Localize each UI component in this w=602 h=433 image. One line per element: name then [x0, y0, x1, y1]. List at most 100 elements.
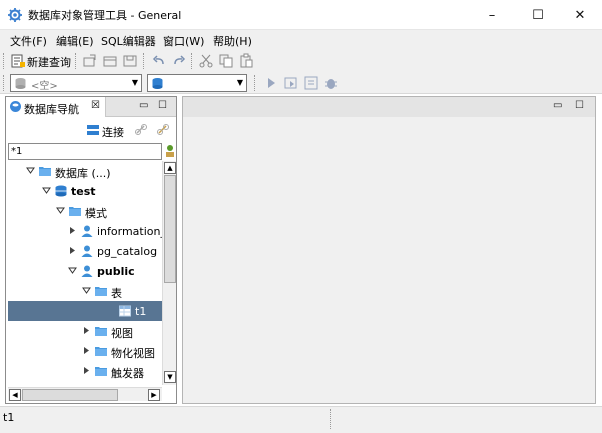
dropdown-arrow-icon: ▼: [236, 78, 243, 87]
tree-item[interactable]: 表: [8, 281, 162, 301]
schema-icon: [81, 245, 93, 257]
tree-item-label: 物化视图: [111, 347, 155, 360]
toolbar-grip: [3, 53, 4, 69]
collapsed-arrow-icon[interactable]: [82, 346, 91, 355]
execute-script-icon[interactable]: [283, 75, 299, 91]
menu-sql-editor[interactable]: SQL编辑器: [101, 33, 156, 49]
status-bar: t1: [0, 406, 602, 433]
dropdown-arrow-icon: ▼: [131, 78, 138, 87]
folder-icon: [95, 347, 107, 356]
tree-item-label: 模式: [85, 207, 107, 220]
navigator-tree: 数据库 (...) test 模式 information_sc pg_catalogp…: [8, 161, 162, 387]
expanded-arrow-icon[interactable]: [56, 206, 65, 215]
folder-icon: [69, 207, 81, 216]
export-icon[interactable]: [82, 53, 98, 69]
disconnect-icon[interactable]: [156, 123, 170, 137]
copy-icon[interactable]: [218, 53, 234, 69]
navigator-icon: [10, 101, 21, 112]
expanded-arrow-icon[interactable]: [68, 266, 77, 275]
tree-item[interactable]: 触发器: [8, 361, 162, 381]
toolbar-grip: [3, 75, 4, 91]
tree-item-label: test: [71, 185, 96, 198]
scroll-left-icon[interactable]: ◀: [9, 389, 21, 401]
schema-icon: [81, 225, 93, 237]
expanded-arrow-icon[interactable]: [26, 166, 35, 175]
scroll-down-icon[interactable]: ▼: [164, 371, 176, 383]
database-icon: [55, 185, 67, 197]
navigator-filter-input[interactable]: *1: [8, 143, 162, 160]
redo-icon[interactable]: [171, 53, 187, 69]
tree-item[interactable]: 物化视图: [8, 341, 162, 361]
tree-item-label: pg_catalog: [97, 245, 158, 258]
status-separator: [330, 409, 331, 429]
maximize-editor-button[interactable]: ☐: [575, 100, 584, 111]
link-icon[interactable]: [134, 123, 148, 137]
minimize-button[interactable]: –: [470, 0, 514, 30]
tree-item[interactable]: 视图: [8, 321, 162, 341]
collapsed-arrow-icon[interactable]: [68, 246, 77, 255]
navigator-header: 数据库导航 ☒ ▭ ☐: [6, 97, 176, 117]
tree-item-label: 视图: [111, 327, 133, 340]
undo-icon[interactable]: [151, 53, 167, 69]
toolbar-separator: [191, 53, 192, 69]
tree-item[interactable]: public: [8, 261, 162, 281]
gear-app-icon: [8, 8, 22, 22]
scroll-thumb[interactable]: [22, 389, 118, 401]
tree-item[interactable]: pg_catalog: [8, 241, 162, 261]
cut-icon[interactable]: [198, 53, 214, 69]
tree-item[interactable]: 模式: [8, 201, 162, 221]
collapsed-arrow-icon[interactable]: [82, 326, 91, 335]
tree-item[interactable]: t1: [8, 301, 162, 321]
tree-vertical-scrollbar[interactable]: ▲ ▼: [162, 161, 176, 385]
minimize-view-button[interactable]: ▭: [139, 100, 148, 111]
execute-icon[interactable]: [263, 75, 279, 91]
tree-item[interactable]: test: [8, 181, 162, 201]
connection-select[interactable]: <空> ▼: [10, 74, 142, 92]
expanded-arrow-icon[interactable]: [42, 186, 51, 195]
new-query-button[interactable]: 新建查询: [27, 54, 71, 70]
schema-icon: [81, 265, 93, 277]
tab-database-navigator[interactable]: 数据库导航 ☒: [6, 97, 106, 117]
table-icon: [119, 305, 131, 317]
menu-window[interactable]: 窗口(W): [163, 33, 204, 49]
filter-icon[interactable]: [164, 143, 176, 159]
paste-icon[interactable]: [238, 53, 254, 69]
folder-icon: [95, 287, 107, 296]
tab-close-icon[interactable]: ☒: [91, 100, 100, 111]
editor-header: ▭ ☐: [183, 97, 595, 117]
collapsed-arrow-icon[interactable]: [68, 226, 77, 235]
tree-horizontal-scrollbar[interactable]: ◀ ▶: [8, 387, 162, 401]
menu-edit[interactable]: 编辑(E): [56, 33, 94, 49]
minimize-editor-button[interactable]: ▭: [553, 100, 562, 111]
tree-item-label: public: [97, 265, 135, 278]
toolbar-separator: [75, 53, 76, 69]
save-icon[interactable]: [122, 53, 138, 69]
menu-help[interactable]: 帮助(H): [213, 33, 252, 49]
close-button[interactable]: ✕: [558, 0, 602, 30]
folder-icon: [95, 327, 107, 336]
tree-item[interactable]: information_sc: [8, 221, 162, 241]
scroll-up-icon[interactable]: ▲: [164, 162, 176, 174]
scroll-thumb[interactable]: [164, 175, 176, 283]
new-query-icon: [11, 54, 25, 68]
menu-bar: 文件(F) 编辑(E) SQL编辑器 窗口(W) 帮助(H): [0, 30, 602, 50]
tree-item[interactable]: 数据库 (...): [8, 161, 162, 181]
maximize-button[interactable]: ☐: [516, 0, 560, 30]
debug-icon[interactable]: [323, 75, 339, 91]
maximize-view-button[interactable]: ☐: [158, 100, 167, 111]
menu-file[interactable]: 文件(F): [10, 33, 47, 49]
folder-open-icon[interactable]: [102, 53, 118, 69]
toolbar-main: 新建查询: [0, 50, 602, 72]
navigator-tab-label: 数据库导航: [24, 103, 79, 116]
expanded-arrow-icon[interactable]: [82, 286, 91, 295]
database-icon: [15, 78, 26, 89]
explain-plan-icon[interactable]: [303, 75, 319, 91]
database-select[interactable]: ▼: [147, 74, 247, 92]
connect-icon: [87, 125, 99, 135]
tree-item-label: information_sc: [97, 225, 162, 238]
editor-area: ▭ ☐: [182, 96, 596, 404]
scroll-right-icon[interactable]: ▶: [148, 389, 160, 401]
tree-item-label: 表: [111, 287, 122, 300]
collapsed-arrow-icon[interactable]: [82, 366, 91, 375]
connect-button[interactable]: 连接: [102, 124, 124, 140]
